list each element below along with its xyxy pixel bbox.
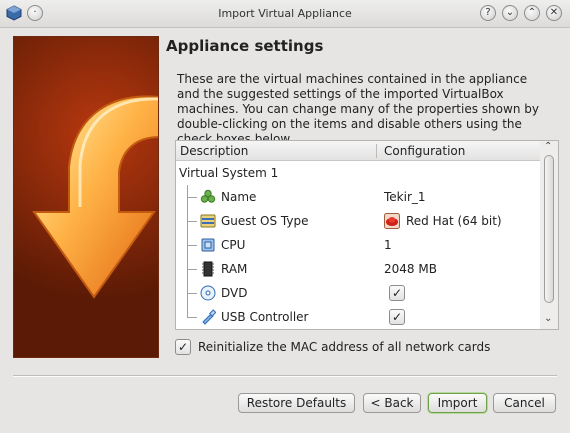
help-button[interactable]: ?: [480, 5, 496, 21]
tree-row-cpu[interactable]: CPU 1: [176, 233, 540, 257]
tree-row-ram[interactable]: RAM 2048 MB: [176, 257, 540, 281]
guest-os-icon: [200, 214, 216, 228]
virtual-system-label: Virtual System 1: [179, 166, 279, 180]
scroll-down-arrow-icon[interactable]: ⌄: [544, 313, 552, 324]
tree-row-usb-controller[interactable]: USB Controller ✓: [176, 305, 540, 329]
tree-row-name[interactable]: Name Tekir_1: [176, 185, 540, 209]
vertical-scrollbar[interactable]: ⌃ ⌄: [540, 141, 558, 329]
dvd-icon: [200, 285, 216, 301]
page-description: These are the virtual machines contained…: [177, 72, 539, 146]
name-icon: [200, 189, 216, 203]
back-button[interactable]: < Back: [363, 393, 421, 413]
dvd-checkbox[interactable]: ✓: [389, 285, 405, 301]
close-button[interactable]: ✕: [546, 5, 562, 21]
row-label: USB Controller: [221, 310, 309, 324]
row-value: Red Hat (64 bit): [406, 214, 502, 228]
tree-row-guest-os[interactable]: Guest OS Type Red Hat (64 bit): [176, 209, 540, 233]
row-value: 2048 MB: [384, 262, 437, 276]
column-separator: [376, 144, 377, 158]
minimize-button[interactable]: ⌄: [502, 5, 518, 21]
tree-header: Description Configuration: [176, 141, 540, 161]
row-value: Tekir_1: [384, 190, 426, 204]
tree-row-virtual-system[interactable]: Virtual System 1: [176, 161, 540, 185]
row-label: CPU: [221, 238, 246, 252]
column-header-configuration[interactable]: Configuration: [384, 144, 465, 158]
button-separator: [13, 375, 557, 377]
import-arrow-icon: [32, 95, 158, 299]
tree-row-dvd[interactable]: DVD ✓: [176, 281, 540, 305]
ram-icon: [202, 261, 214, 277]
import-button[interactable]: Import: [428, 393, 487, 413]
usb-controller-checkbox[interactable]: ✓: [389, 309, 405, 325]
maximize-button[interactable]: ⌃: [524, 5, 540, 21]
cancel-button[interactable]: Cancel: [493, 393, 556, 413]
scroll-up-arrow-icon[interactable]: ⌃: [544, 141, 552, 152]
usb-icon: [202, 309, 216, 325]
row-label: DVD: [221, 286, 248, 300]
row-label: RAM: [221, 262, 248, 276]
scrollbar-thumb[interactable]: [544, 155, 554, 303]
restore-defaults-button[interactable]: Restore Defaults: [238, 393, 355, 413]
column-header-description[interactable]: Description: [180, 144, 248, 158]
row-value: 1: [384, 238, 392, 252]
reinit-mac-label[interactable]: Reinitialize the MAC address of all netw…: [198, 340, 490, 354]
page-title: Appliance settings: [166, 37, 324, 55]
cpu-icon: [201, 238, 215, 252]
row-label: Name: [221, 190, 257, 204]
row-label: Guest OS Type: [221, 214, 309, 228]
title-bar: · Import Virtual Appliance ? ⌄ ⌃ ✕: [0, 0, 570, 28]
redhat-icon: [384, 213, 400, 229]
appliance-settings-tree[interactable]: Description Configuration Virtual System…: [175, 140, 559, 330]
reinit-mac-checkbox[interactable]: ✓: [175, 339, 191, 355]
wizard-banner: [13, 36, 159, 358]
